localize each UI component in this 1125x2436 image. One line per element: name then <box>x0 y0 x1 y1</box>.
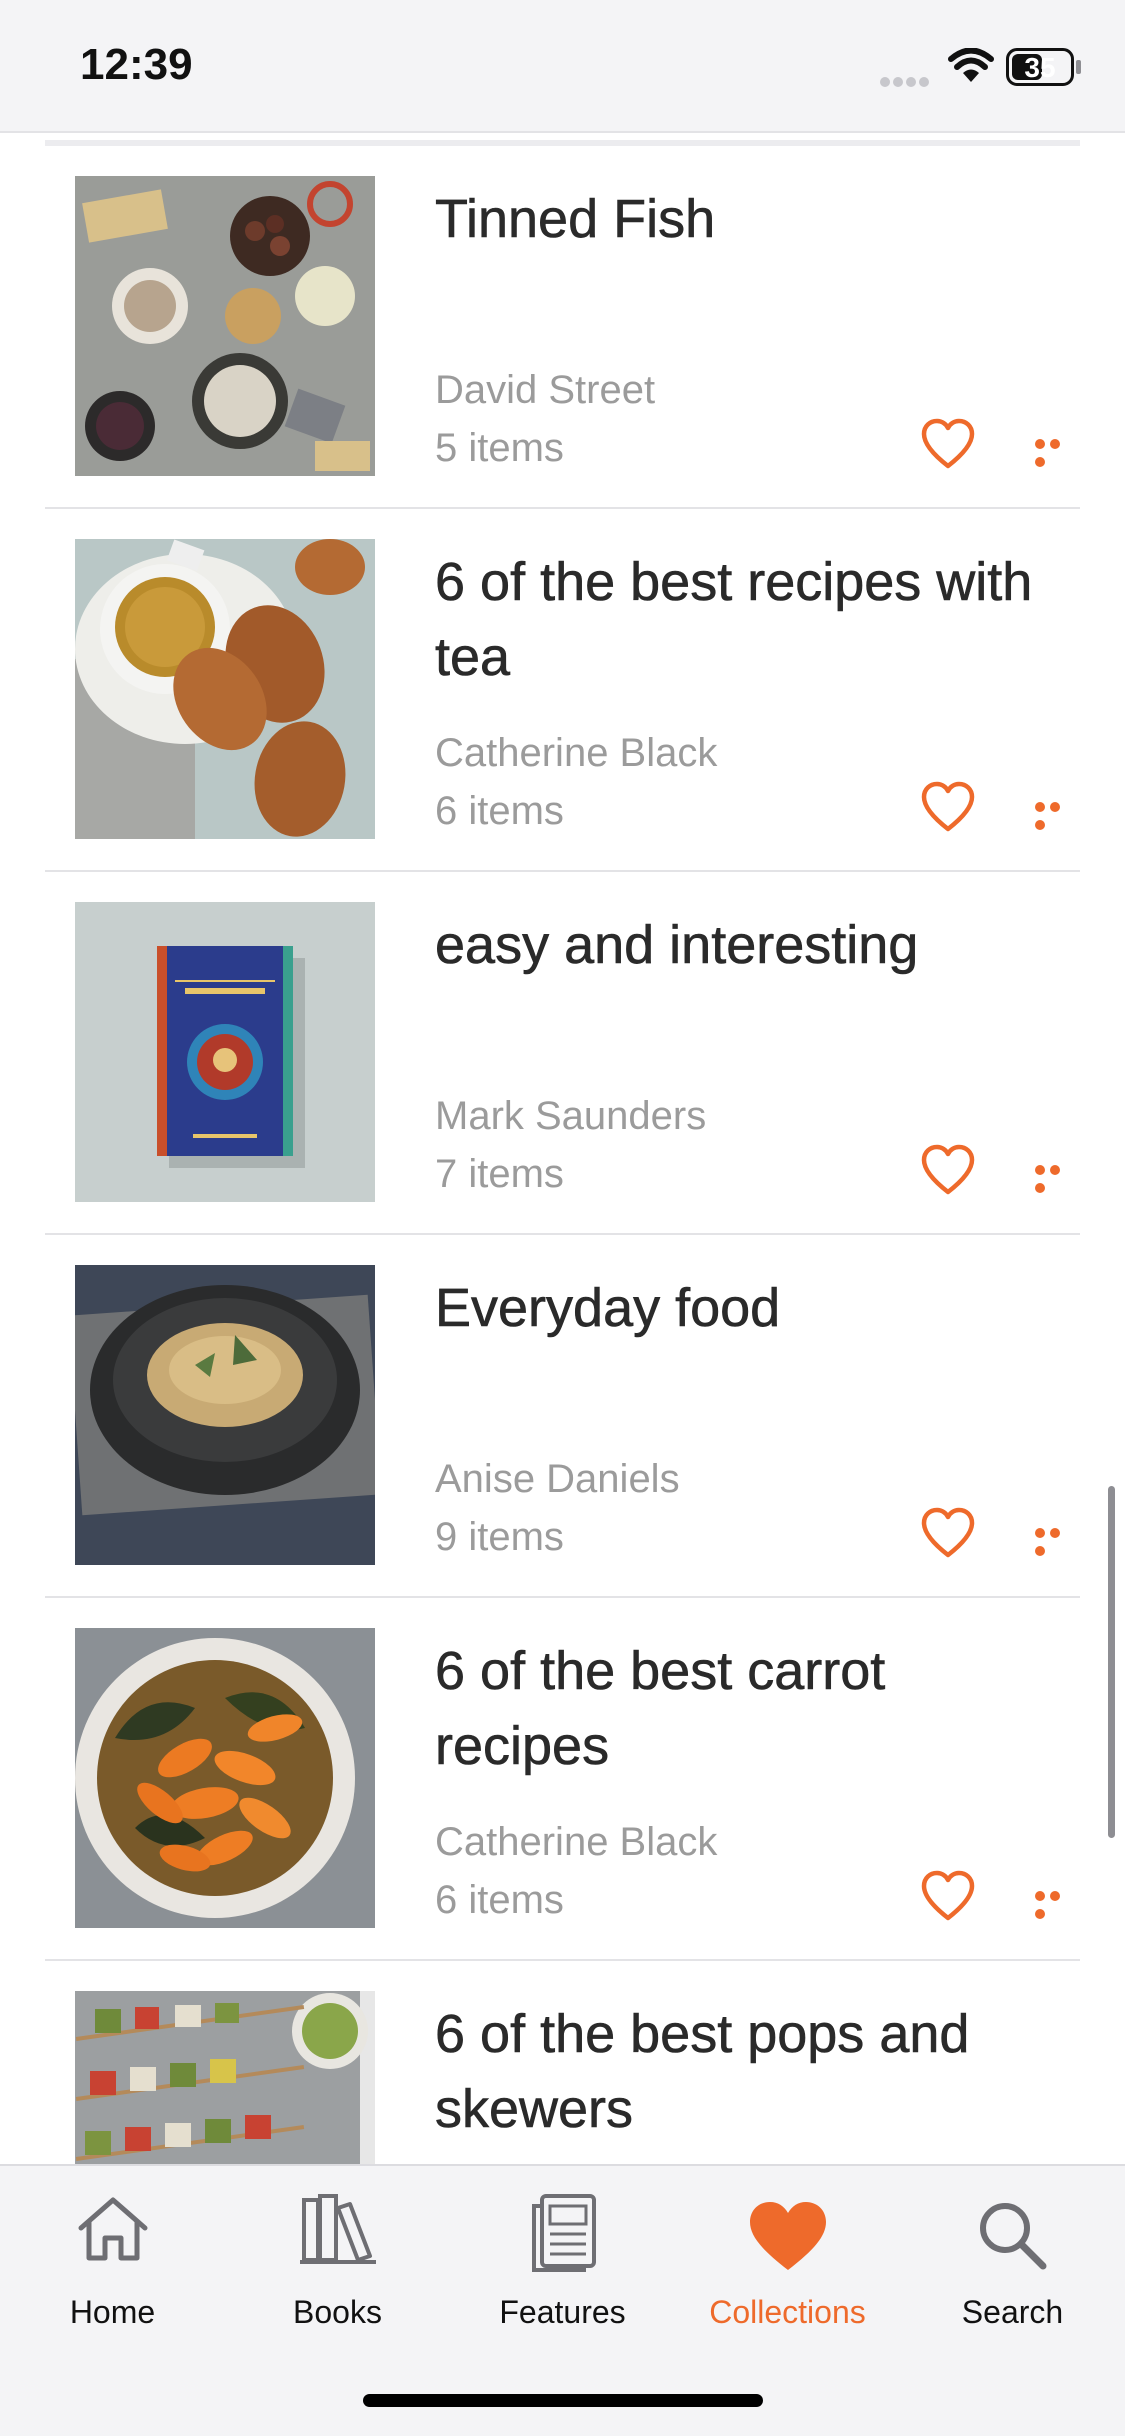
collection-author: Anise Daniels <box>435 1457 680 1501</box>
heart-icon[interactable] <box>920 1870 976 1922</box>
collection-row[interactable]: 6 of the best carrot recipes Catherine B… <box>45 1598 1080 1961</box>
tab-label: Features <box>499 2294 626 2330</box>
heart-icon[interactable] <box>920 781 976 833</box>
tab-bar: Home Books Features Collections Search <box>0 2164 1125 2436</box>
tab-label: Search <box>961 2294 1064 2330</box>
more-options-icon[interactable] <box>1035 1525 1079 1556</box>
collection-title[interactable]: 6 of the best carrot recipes <box>435 1634 1055 1784</box>
collection-thumbnail-tea[interactable] <box>75 539 375 839</box>
collection-title[interactable]: 6 of the best pops and skewers <box>435 1997 1055 2147</box>
heart-icon[interactable] <box>920 418 976 470</box>
cellular-signal-icon <box>880 74 932 87</box>
status-bar: 12:39 35 <box>0 0 1125 133</box>
collection-author: Catherine Black <box>435 731 718 775</box>
heart-icon[interactable] <box>920 1507 976 1559</box>
tab-collections[interactable]: Collections <box>675 2186 900 2330</box>
tab-features[interactable]: Features <box>450 2186 675 2330</box>
more-options-icon[interactable] <box>1035 436 1079 467</box>
collection-item-count: 6 items <box>435 1878 564 1922</box>
books-icon <box>299 2194 376 2264</box>
collection-title[interactable]: Tinned Fish <box>435 182 1055 257</box>
collection-title[interactable]: 6 of the best recipes with tea <box>435 545 1055 695</box>
collection-title[interactable]: easy and interesting <box>435 908 1055 983</box>
tab-home[interactable]: Home <box>0 2186 225 2330</box>
scrollbar[interactable] <box>1108 1486 1115 1838</box>
battery-cap <box>1076 60 1081 74</box>
tab-search[interactable]: Search <box>900 2186 1125 2330</box>
battery-icon: 35 <box>1006 48 1074 86</box>
collection-author: David Street <box>435 368 656 412</box>
collection-item-count: 5 items <box>435 426 564 470</box>
collection-author: Catherine Black <box>435 1820 718 1864</box>
magnifier-icon <box>979 2203 1046 2270</box>
wifi-icon <box>948 48 994 82</box>
collection-thumbnail-tinned-fish[interactable] <box>75 176 375 476</box>
battery-level: 35 <box>1024 52 1056 83</box>
heart-icon[interactable] <box>920 1144 976 1196</box>
collection-row[interactable]: easy and interesting Mark Saunders 7 ite… <box>45 872 1080 1235</box>
tab-label: Home <box>69 2294 156 2330</box>
collection-row[interactable]: 6 of the best recipes with tea Catherine… <box>45 509 1080 872</box>
tab-books[interactable]: Books <box>225 2186 450 2330</box>
collection-title[interactable]: Everyday food <box>435 1271 1055 1346</box>
collection-item-count: 7 items <box>435 1152 564 1196</box>
collection-thumbnail-noodles[interactable] <box>75 1265 375 1565</box>
collection-thumbnail-students-cookbook[interactable] <box>75 902 375 1202</box>
collection-row[interactable]: Tinned Fish David Street 5 items <box>45 146 1080 509</box>
newspaper-icon <box>531 2194 596 2272</box>
status-time: 12:39 <box>80 40 193 89</box>
collection-item-count: 6 items <box>435 789 564 833</box>
home-indicator <box>363 2394 763 2407</box>
collection-thumbnail-carrots[interactable] <box>75 1628 375 1928</box>
house-icon <box>78 2197 147 2261</box>
more-options-icon[interactable] <box>1035 1162 1079 1193</box>
collection-item-count: 9 items <box>435 1515 564 1559</box>
collection-row[interactable]: Everyday food Anise Daniels 9 items <box>45 1235 1080 1598</box>
collection-author: Mark Saunders <box>435 1094 707 1138</box>
tab-label: Books <box>293 2294 382 2330</box>
tab-label: Collections <box>709 2294 866 2330</box>
more-options-icon[interactable] <box>1035 799 1079 830</box>
more-options-icon[interactable] <box>1035 1888 1079 1919</box>
heart-icon <box>749 2202 826 2270</box>
